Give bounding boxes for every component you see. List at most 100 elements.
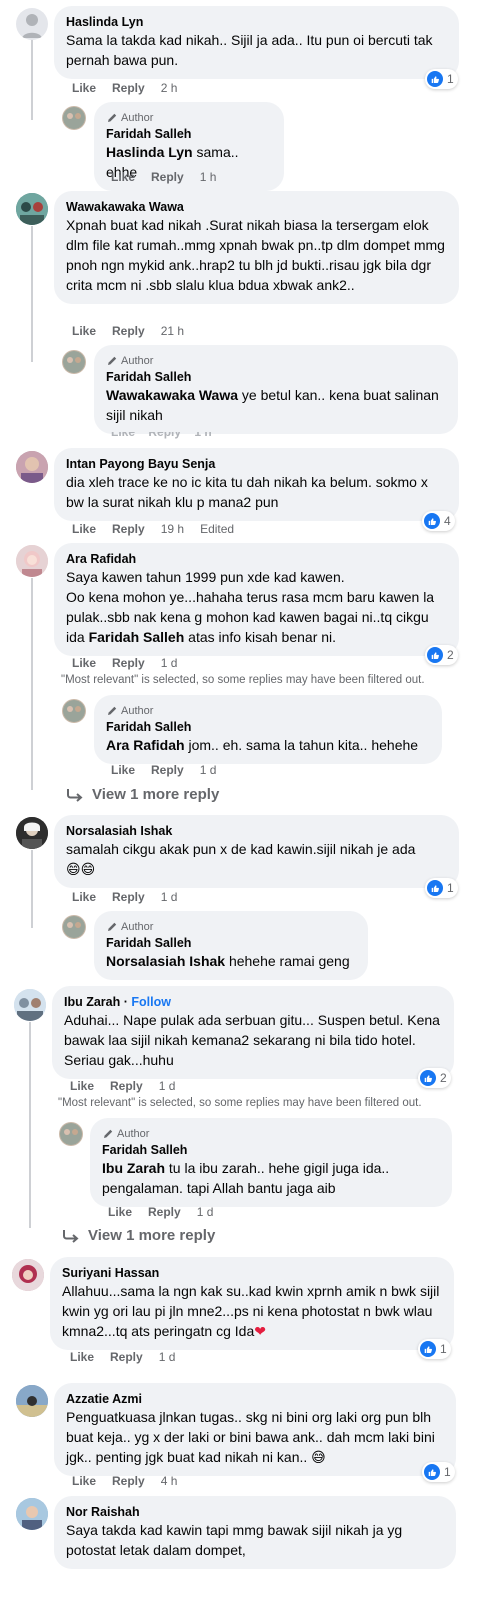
comment-author[interactable]: Faridah Salleh [106,369,446,385]
comment-bubble: Ibu Zarah · Follow Aduhai... Nape pulak … [52,986,454,1079]
avatar[interactable] [16,1385,48,1417]
reply-button[interactable]: Reply [148,1205,181,1219]
avatar[interactable] [62,915,86,939]
comment-author[interactable]: Faridah Salleh [106,935,356,951]
reaction-count[interactable]: 4 [422,511,455,531]
like-reaction-icon [427,71,443,87]
like-button[interactable]: Like [72,890,96,904]
mention-link[interactable]: Faridah Salleh [89,629,185,645]
comment-author[interactable]: Norsalasiah Ishak [66,823,447,839]
reply-button[interactable]: Reply [112,890,145,904]
comment-text: Penguatkuasa jlnkan tugas.. skg ni bini … [66,1409,435,1465]
comment-author[interactable]: Intan Payong Bayu Senja [66,456,447,472]
comment-author[interactable]: Azzatie Azmi [66,1391,444,1407]
comment-author[interactable]: Ibu Zarah [64,995,120,1009]
like-button[interactable]: Like [72,81,96,95]
reply-button[interactable]: Reply [110,1079,143,1093]
reaction-count[interactable]: 1 [422,1462,455,1482]
follow-button[interactable]: Follow [131,995,171,1009]
comment-bubble: Norsalasiah Ishak samalah cikgu akak pun… [54,815,459,888]
like-button[interactable]: Like [111,170,135,184]
avatar[interactable] [16,545,48,577]
like-button[interactable]: Like [72,1474,96,1488]
reaction-count[interactable]: 2 [418,1068,451,1088]
comment-text: Sama la takda kad nikah.. Sijil ja ada..… [66,32,433,68]
avatar[interactable] [16,817,48,849]
reply-button[interactable]: Reply [112,324,145,338]
reply-bubble: Author Faridah Salleh Wawakawaka Wawa ye… [94,345,458,434]
mention-link[interactable]: Haslinda Lyn [106,144,193,160]
like-button[interactable]: Like [72,522,96,536]
reply-button[interactable]: Reply [151,170,184,184]
avatar[interactable] [62,106,86,130]
comment-author[interactable]: Faridah Salleh [106,126,272,142]
like-button[interactable]: Like [70,1350,94,1364]
comment-author[interactable]: Suriyani Hassan [62,1265,442,1281]
timestamp[interactable]: 19 h [161,522,184,536]
like-reaction-icon [427,880,443,896]
timestamp[interactable]: 21 h [161,324,184,338]
avatar-image [63,700,85,722]
comment-author[interactable]: Haslinda Lyn [66,14,447,30]
reply-thread-line [31,226,33,362]
mention-link[interactable]: Ibu Zarah [102,1160,165,1176]
comment-text: Saya kawen tahun 1999 pun xde kad kawen. [66,569,345,585]
avatar[interactable] [16,451,48,483]
reply-button[interactable]: Reply [112,1474,145,1488]
like-button[interactable]: Like [72,324,96,338]
edited-label: Edited [200,522,235,536]
reaction-count[interactable]: 2 [425,645,458,665]
like-button[interactable]: Like [70,1079,94,1093]
timestamp[interactable]: 1 d [200,763,217,777]
comment-actions: Like Reply 1 d [111,762,216,778]
view-more-replies[interactable]: View 1 more reply [66,786,219,803]
reply-thread-line [31,40,33,120]
view-more-replies[interactable]: View 1 more reply [62,1227,215,1244]
comment-bubble: Suriyani Hassan Allahuu...sama la ngn ka… [50,1257,454,1350]
mention-link[interactable]: Norsalasiah Ishak [106,953,225,969]
author-badge: Author [106,353,446,369]
reply-button[interactable]: Reply [110,1350,143,1364]
comment-actions: Like Reply 1 d [72,889,177,905]
like-button[interactable]: Like [72,656,96,670]
reply-arrow-icon [66,788,84,802]
avatar[interactable] [62,699,86,723]
mention-link[interactable]: Ara Rafidah [106,737,185,753]
timestamp[interactable]: 1 d [159,1350,176,1364]
avatar[interactable] [62,350,86,374]
comment-bubble: Haslinda Lyn Sama la takda kad nikah.. S… [54,6,459,79]
avatar[interactable] [16,193,48,225]
timestamp[interactable]: 1 d [159,1079,176,1093]
comment-author[interactable]: Ara Rafidah [66,551,447,567]
avatar[interactable] [16,1498,48,1530]
like-reaction-icon [420,1070,436,1086]
reply-button[interactable]: Reply [112,522,145,536]
avatar[interactable] [14,989,46,1021]
timestamp[interactable]: 2 h [161,81,178,95]
comment-actions: Like Reply 1 d [108,1204,213,1220]
like-button[interactable]: Like [111,763,135,777]
timestamp[interactable]: 1 h [200,170,217,184]
comment-actions: Like Reply 19 h Edited [72,521,234,537]
comment-author[interactable]: Wawakawaka Wawa [66,199,447,215]
avatar[interactable] [12,1259,44,1291]
reply-button[interactable]: Reply [112,81,145,95]
reply-button[interactable]: Reply [151,763,184,777]
avatar-image [16,193,48,225]
avatar[interactable] [59,1122,83,1146]
mention-link[interactable]: Wawakawaka Wawa [106,387,238,403]
reaction-count[interactable]: 1 [418,1339,451,1359]
timestamp[interactable]: 1 d [197,1205,214,1219]
comment-author[interactable]: Faridah Salleh [106,719,430,735]
timestamp[interactable]: 4 h [161,1474,178,1488]
comment-actions: Like Reply 21 h [72,323,184,339]
like-button[interactable]: Like [108,1205,132,1219]
reaction-count[interactable]: 1 [425,69,458,89]
comment-author[interactable]: Nor Raishah [66,1504,444,1520]
reaction-count[interactable]: 1 [425,878,458,898]
avatar[interactable] [16,8,48,40]
comment-author[interactable]: Faridah Salleh [102,1142,440,1158]
timestamp[interactable]: 1 d [161,656,178,670]
timestamp[interactable]: 1 d [161,890,178,904]
reply-button[interactable]: Reply [112,656,145,670]
